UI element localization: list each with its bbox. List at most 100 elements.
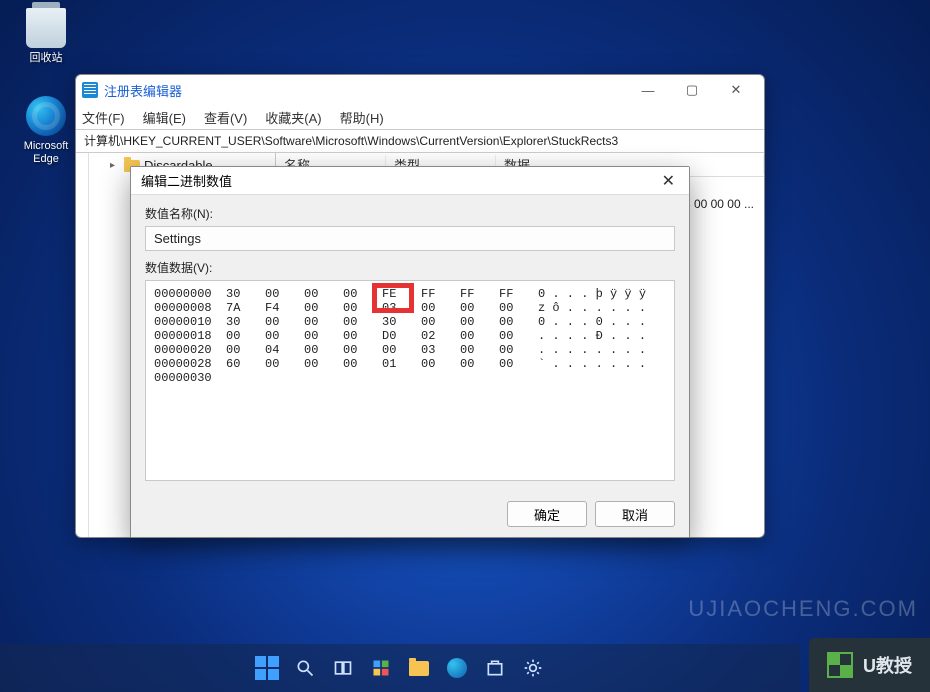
hex-row[interactable]: 0000000030000000FEFFFFFF0 . . . þ ÿ ÿ ÿ (154, 287, 666, 301)
hex-byte[interactable]: 00 (343, 315, 382, 329)
hex-byte[interactable] (343, 371, 382, 385)
hex-byte[interactable]: 60 (226, 357, 265, 371)
hex-byte[interactable]: 30 (382, 315, 421, 329)
hex-byte[interactable]: FF (421, 287, 460, 301)
hex-byte[interactable] (421, 371, 460, 385)
hex-byte[interactable]: D0 (382, 329, 421, 343)
hex-byte[interactable]: 00 (499, 343, 538, 357)
hex-byte[interactable] (499, 371, 538, 385)
registry-address-bar[interactable]: 计算机\HKEY_CURRENT_USER\Software\Microsoft… (76, 129, 764, 153)
hex-row[interactable]: 0000001800000000D0020000. . . . Ð . . . (154, 329, 666, 343)
hex-byte[interactable]: 00 (460, 301, 499, 315)
hex-byte[interactable]: 00 (460, 343, 499, 357)
hex-byte[interactable]: 00 (343, 343, 382, 357)
hex-byte[interactable] (382, 371, 421, 385)
hex-byte[interactable] (304, 371, 343, 385)
menu-help[interactable]: 帮助(H) (340, 108, 384, 127)
hex-byte[interactable]: 04 (265, 343, 304, 357)
hex-byte[interactable]: 00 (265, 315, 304, 329)
hex-byte[interactable]: 00 (421, 357, 460, 371)
hex-byte[interactable]: 00 (343, 357, 382, 371)
menu-edit[interactable]: 编辑(E) (143, 108, 186, 127)
hex-ascii: z ô . . . . . . (538, 301, 666, 315)
hex-row[interactable]: 000000286000000001000000` . . . . . . . (154, 357, 666, 371)
ok-button[interactable]: 确定 (507, 501, 587, 527)
hex-byte[interactable]: FF (460, 287, 499, 301)
hex-byte[interactable]: 00 (421, 301, 460, 315)
dialog-close-button[interactable]: ✕ (658, 171, 679, 191)
hex-byte[interactable]: 03 (421, 343, 460, 357)
hex-row[interactable]: 0000001030000000300000000 . . . 0 . . . (154, 315, 666, 329)
taskbar-store-button[interactable] (482, 655, 508, 681)
hex-byte[interactable]: 00 (499, 315, 538, 329)
close-window-button[interactable]: ✕ (714, 76, 758, 104)
taskbar-taskview-button[interactable] (330, 655, 356, 681)
hex-bytes[interactable]: 30000000FEFFFFFF (226, 287, 538, 301)
hex-byte[interactable]: 30 (226, 315, 265, 329)
hex-byte[interactable]: 00 (499, 357, 538, 371)
hex-byte[interactable]: 00 (265, 329, 304, 343)
hex-byte[interactable]: 00 (226, 329, 265, 343)
hex-byte[interactable] (460, 371, 499, 385)
hex-byte[interactable]: 00 (499, 329, 538, 343)
hex-byte[interactable] (226, 371, 265, 385)
hex-byte[interactable]: 00 (460, 329, 499, 343)
hex-bytes[interactable]: 3000000030000000 (226, 315, 538, 329)
menu-view[interactable]: 查看(V) (204, 108, 247, 127)
taskbar-edge-button[interactable] (444, 655, 470, 681)
taskbar-search-button[interactable] (292, 655, 318, 681)
chevron-right-icon: ▸ (110, 160, 120, 171)
menu-file[interactable]: 文件(F) (82, 108, 125, 127)
dialog-titlebar[interactable]: 编辑二进制数值 ✕ (131, 167, 689, 195)
value-name-field[interactable]: Settings (145, 226, 675, 251)
hex-offset: 00000018 (154, 329, 226, 343)
hex-byte[interactable]: 01 (382, 357, 421, 371)
hex-byte[interactable]: 00 (304, 301, 343, 315)
hex-byte[interactable]: FF (499, 287, 538, 301)
hex-byte[interactable]: 02 (421, 329, 460, 343)
hex-byte[interactable]: F4 (265, 301, 304, 315)
hex-byte[interactable]: FE (382, 287, 421, 301)
hex-row[interactable]: 00000030 (154, 371, 666, 385)
hex-byte[interactable]: 00 (460, 315, 499, 329)
taskbar-explorer-button[interactable] (406, 655, 432, 681)
menu-favorites[interactable]: 收藏夹(A) (265, 108, 321, 127)
hex-byte[interactable]: 7A (226, 301, 265, 315)
maximize-button[interactable]: ▢ (670, 76, 714, 104)
hex-byte[interactable]: 00 (265, 357, 304, 371)
hex-byte[interactable]: 00 (265, 287, 304, 301)
edge-desktop-icon[interactable]: Microsoft Edge (14, 96, 78, 166)
hex-byte[interactable]: 00 (304, 329, 343, 343)
cancel-button[interactable]: 取消 (595, 501, 675, 527)
hex-row[interactable]: 000000200004000000030000. . . . . . . . (154, 343, 666, 357)
hex-byte[interactable]: 00 (304, 287, 343, 301)
hex-byte[interactable]: 00 (499, 301, 538, 315)
hex-byte[interactable] (265, 371, 304, 385)
hex-byte[interactable]: 30 (226, 287, 265, 301)
hex-byte[interactable]: 03 (382, 301, 421, 315)
hex-byte[interactable]: 00 (343, 301, 382, 315)
hex-byte[interactable]: 00 (304, 315, 343, 329)
recycle-bin-desktop-icon[interactable]: 回收站 (14, 8, 78, 65)
hex-byte[interactable]: 00 (421, 315, 460, 329)
hex-bytes[interactable]: 0004000000030000 (226, 343, 538, 357)
hex-bytes[interactable] (226, 371, 538, 385)
hex-byte[interactable]: 00 (343, 287, 382, 301)
taskbar-widgets-button[interactable] (368, 655, 394, 681)
hex-bytes[interactable]: 00000000D0020000 (226, 329, 538, 343)
hex-bytes[interactable]: 6000000001000000 (226, 357, 538, 371)
registry-titlebar[interactable]: 注册表编辑器 — ▢ ✕ (76, 75, 764, 105)
hex-byte[interactable]: 00 (460, 357, 499, 371)
minimize-button[interactable]: — (626, 76, 670, 104)
taskview-icon (333, 658, 353, 678)
taskbar-start-button[interactable] (254, 655, 280, 681)
taskbar-settings-button[interactable] (520, 655, 546, 681)
hex-row[interactable]: 000000087AF4000003000000z ô . . . . . . (154, 301, 666, 315)
hex-bytes[interactable]: 7AF4000003000000 (226, 301, 538, 315)
hex-byte[interactable]: 00 (304, 343, 343, 357)
hex-editor[interactable]: 0000000030000000FEFFFFFF0 . . . þ ÿ ÿ ÿ0… (145, 280, 675, 481)
hex-byte[interactable]: 00 (226, 343, 265, 357)
hex-byte[interactable]: 00 (304, 357, 343, 371)
hex-byte[interactable]: 00 (343, 329, 382, 343)
hex-byte[interactable]: 00 (382, 343, 421, 357)
